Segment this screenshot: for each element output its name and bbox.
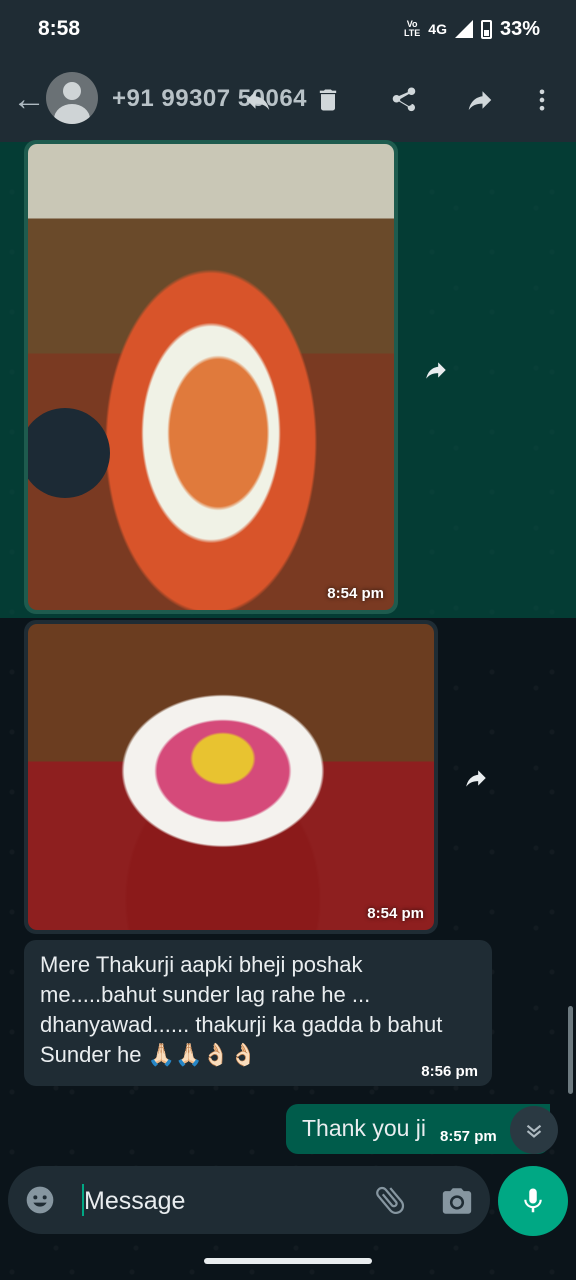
quick-forward-button[interactable] [456,758,496,798]
status-indicators: Vo LTE 4G 33% [404,18,540,41]
message-line: Mere Thakurji aapki bheji poshak [40,952,363,977]
chat-app-bar: ← +91 99307 50064 [0,58,576,142]
forward-button[interactable] [460,80,500,120]
delete-icon [319,89,337,111]
redaction-circle [28,408,110,498]
message-text: Thank you ji [302,1115,427,1141]
avatar-head [63,82,81,100]
reply-button[interactable] [238,80,278,120]
more-options-button[interactable] [522,80,562,120]
chevron-down-icon [526,1124,542,1138]
camera-icon[interactable] [440,1184,474,1218]
emoji-icon[interactable] [24,1184,56,1216]
volte-bottom: LTE [403,28,421,38]
home-indicator[interactable] [204,1258,372,1264]
volte-icon: Vo LTE [404,20,420,38]
share-button[interactable] [384,80,424,120]
forward-icon [468,91,492,110]
forward-icon [466,770,486,787]
paperclip-icon[interactable] [372,1182,408,1218]
avatar-body [54,104,90,124]
battery-percent: 33% [499,17,540,40]
reply-icon [246,91,270,110]
message-time: 8:57 pm [440,1128,497,1145]
message-time: 8:56 pm [421,1063,478,1080]
status-time: 8:58 [38,17,81,40]
message-photo[interactable]: 8:54 pm [28,144,394,610]
message-line: me.....bahut sunder lag rahe he ... [40,982,371,1007]
message-time: 8:54 pm [327,585,384,602]
back-arrow-icon[interactable]: ← [12,82,46,116]
message-composer [8,1166,490,1234]
message-text: Mere Thakurji aapki bheji poshak me.....… [40,950,480,1070]
battery-icon [480,19,492,39]
message-time: 8:54 pm [367,905,424,922]
network-type: 4G [428,21,447,37]
voice-record-button[interactable] [498,1166,568,1236]
incoming-text-message[interactable]: Mere Thakurji aapki bheji poshak me.....… [24,940,492,1086]
message-line: dhanyawad...... thakurji ka gadda b bahu… [40,1012,443,1037]
message-line: Sunder he 🙏🏻🙏🏻👌🏻👌🏻 [40,1042,258,1067]
status-bar: 8:58 Vo LTE 4G 33% [0,0,576,58]
more-vert-icon [539,89,545,111]
forward-icon [426,362,446,379]
scrollbar[interactable] [568,1006,573,1094]
avatar[interactable] [46,72,98,124]
delete-button[interactable] [308,80,348,120]
image-message[interactable]: 8:54 pm [24,620,438,934]
message-photo[interactable]: 8:54 pm [28,624,434,930]
microphone-icon [524,1188,542,1213]
quick-forward-button[interactable] [416,350,456,390]
image-message[interactable]: 8:54 pm [24,140,398,614]
share-icon [392,87,416,112]
signal-icon [454,20,473,38]
scroll-to-bottom-button[interactable] [510,1106,558,1154]
message-input[interactable] [84,1184,364,1218]
